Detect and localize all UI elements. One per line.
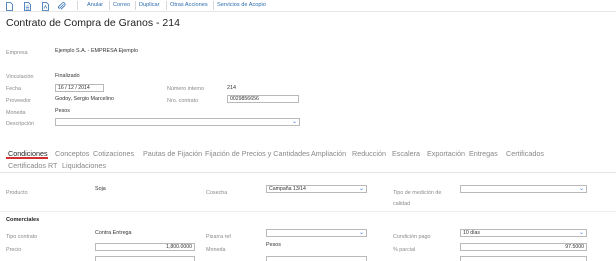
correo-button[interactable]: Correo [113, 2, 130, 8]
partial-input[interactable] [460, 256, 587, 261]
pct-parcial-input[interactable]: 97.5000 [460, 243, 587, 251]
cosecha-select[interactable]: Campaña 13/14 ⌄ [266, 185, 367, 193]
tab-fijacion-precios[interactable]: Fijación de Precios y Cantidades [205, 149, 310, 158]
otras-acciones-button[interactable]: Otras Acciones [170, 2, 208, 8]
pizarra-ref-label: Pizarra ref [206, 234, 231, 240]
servicios-acopio-button[interactable]: Servicios de Acopio [217, 2, 266, 8]
tabs-divider [0, 172, 616, 173]
tab-ampliacion[interactable]: Ampliación [311, 149, 346, 158]
tab-certificados[interactable]: Certificados [506, 149, 544, 158]
section-divider [0, 211, 616, 212]
tab-entregas[interactable]: Entregas [469, 149, 498, 158]
numero-interno-value: 214 [227, 85, 236, 91]
comerciales-section-title: Comerciales [6, 217, 40, 223]
toolbar: Anular Correo Duplicar Otras Acciones Se… [0, 0, 616, 12]
condicion-pago-select[interactable]: 10 días ⌄ [460, 229, 587, 237]
chevron-down-icon: ⌄ [358, 230, 364, 236]
active-tab-indicator [6, 157, 48, 159]
tipo-contrato-value: Contra Entrega [95, 230, 132, 236]
descripcion-select[interactable]: ⌄ [55, 118, 300, 126]
pizarra-ref-select[interactable]: ⌄ [266, 229, 367, 237]
page-title: Contrato de Compra de Granos - 214 [6, 17, 180, 29]
partial-input[interactable] [266, 256, 367, 261]
producto-value: Soja [95, 186, 106, 192]
toolbar-separator [135, 1, 136, 10]
fecha-year: 2014 [78, 85, 90, 91]
document-icon[interactable] [4, 1, 14, 11]
chevron-down-icon: ⌄ [578, 186, 584, 192]
pdf-icon[interactable] [40, 1, 50, 11]
partial-input[interactable] [95, 256, 195, 261]
precio-input[interactable]: 1,800.0000 [95, 243, 195, 251]
tab-pautas-fijacion[interactable]: Pautas de Fijación [143, 149, 202, 158]
fecha-label: Fecha [6, 86, 21, 92]
chevron-down-icon: ⌄ [358, 186, 364, 192]
anular-button[interactable]: Anular [87, 2, 103, 8]
tab-liquidaciones[interactable]: Liquidaciones [62, 161, 106, 170]
tab-reduccion[interactable]: Reducción [352, 149, 386, 158]
fecha-input[interactable]: 16 / 12 / 2014 [55, 84, 104, 92]
descripcion-label: Descripción [6, 121, 35, 127]
fecha-month: 12 [68, 85, 74, 91]
tab-escalera[interactable]: Escalera [392, 149, 420, 158]
proveedor-value: Godoy, Sergio Marcelino [55, 96, 114, 102]
tipo-medicion-select[interactable]: ⌄ [460, 185, 587, 193]
moneda-label: Moneda [6, 110, 26, 116]
chevron-down-icon: ⌄ [291, 119, 297, 125]
toolbar-separator [109, 1, 110, 10]
numero-interno-label: Número interno [167, 86, 205, 92]
nro-contrato-label: Nro. contrato [167, 98, 199, 104]
pct-parcial-label: % parcial [393, 247, 416, 253]
tipo-medicion-label: Tipo de medición de [393, 190, 442, 196]
fecha-day: 16 [58, 85, 64, 91]
tab-conceptos[interactable]: Conceptos [55, 149, 89, 158]
toolbar-separator [77, 1, 78, 10]
vinculacion-value: Finalizado [55, 73, 80, 79]
duplicar-button[interactable]: Duplicar [139, 2, 160, 8]
empresa-value: Ejemplo S.A. - EMPRESA Ejemplo [55, 48, 138, 54]
toolbar-separator [213, 1, 214, 10]
document-lines-icon[interactable] [22, 1, 32, 11]
moneda-comercial-label: Moneda [206, 247, 226, 253]
vinculacion-label: Vinculación [6, 74, 34, 80]
tab-certificados-rt[interactable]: Certificados RT [8, 161, 57, 170]
condicion-pago-value: 10 días [463, 230, 481, 236]
moneda-value: Pesos [55, 108, 70, 114]
precio-label: Precio [6, 247, 22, 253]
cosecha-value: Campaña 13/14 [269, 186, 306, 192]
cosecha-label: Cosecha [206, 190, 228, 196]
chevron-down-icon: ⌄ [578, 230, 584, 236]
tab-exportacion[interactable]: Exportación [427, 149, 465, 158]
nro-contrato-input[interactable]: 0029856656 [227, 95, 299, 103]
tipo-contrato-label: Tipo contrato [6, 234, 38, 240]
proveedor-label: Proveedor [6, 98, 31, 104]
fecha-separator: / [65, 85, 67, 91]
fecha-separator: / [75, 85, 77, 91]
toolbar-separator [166, 1, 167, 10]
attachment-icon[interactable] [56, 1, 66, 11]
tipo-medicion-label-line2: calidad [393, 201, 411, 207]
condicion-pago-label: Condición pago [393, 234, 431, 240]
tab-cotizaciones[interactable]: Cotizaciones [93, 149, 134, 158]
empresa-label: Empresa [6, 50, 28, 56]
moneda-comercial-value: Pesos [266, 242, 281, 248]
producto-label: Producto [6, 190, 28, 196]
